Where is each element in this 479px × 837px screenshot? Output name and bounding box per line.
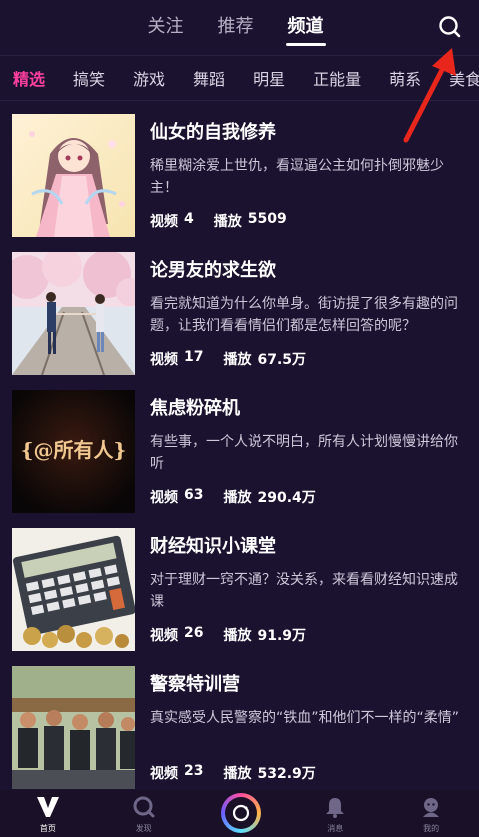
play-count: 532.9万 — [257, 766, 316, 782]
channel-stats: 视频 17 播放 67.5万 — [150, 349, 306, 369]
video-count: 63 — [184, 487, 204, 503]
channel-description: 看完就知道为什么你单身。街访提了很多有趣的问题，让我们看看情侣们都是怎样回答的呢… — [150, 296, 458, 334]
camera-icon — [225, 797, 257, 829]
category-cute[interactable]: 萌系 — [375, 66, 435, 90]
channel-item[interactable]: 仙女的自我修养 稀里糊涂爱上世仇，看逗逼公主如何扑倒邪魅少主！ 视频 4 播放 … — [0, 110, 479, 248]
video-count: 23 — [184, 763, 204, 779]
channel-thumbnail: {@所有人} — [12, 390, 135, 513]
category-games[interactable]: 游戏 — [119, 66, 179, 90]
channel-description: 稀里糊涂爱上世仇，看逗逼公主如何扑倒邪魅少主！ — [150, 158, 444, 196]
channel-stats: 视频 23 播放 532.9万 — [150, 763, 316, 783]
channel-item[interactable]: 警察特训营 真实感受人民警察的“铁血”和他们不一样的“柔情” 视频 23 播放 … — [0, 662, 479, 800]
category-dance[interactable]: 舞蹈 — [179, 66, 239, 90]
play-label: 播放 — [223, 490, 252, 506]
channel-stats: 视频 4 播放 5509 — [150, 211, 287, 231]
channel-item[interactable]: 财经知识小课堂 对于理财一窍不通？没关系，来看看财经知识速成课 视频 26 播放… — [0, 524, 479, 662]
video-label: 视频 — [150, 214, 178, 230]
video-count: 4 — [184, 211, 194, 227]
category-positive-energy[interactable]: 正能量 — [299, 66, 375, 90]
channel-item[interactable]: 论男友的求生欲 看完就知道为什么你单身。街访提了很多有趣的问题，让我们看看情侣们… — [0, 248, 479, 386]
play-count: 5509 — [247, 211, 287, 227]
play-count: 67.5万 — [257, 352, 307, 368]
video-count: 17 — [184, 349, 204, 365]
channel-thumbnail — [12, 114, 135, 237]
channel-info: 论男友的求生欲 看完就知道为什么你单身。街访提了很多有趣的问题，让我们看看情侣们… — [150, 252, 468, 386]
channel-info: 仙女的自我修养 稀里糊涂爱上世仇，看逗逼公主如何扑倒邪魅少主！ 视频 4 播放 … — [150, 114, 468, 248]
channel-list: 仙女的自我修养 稀里糊涂爱上世仇，看逗逼公主如何扑倒邪魅少主！ 视频 4 播放 … — [0, 110, 479, 800]
play-label: 播放 — [223, 352, 252, 368]
tab-channel[interactable]: 频道 — [285, 8, 326, 46]
nav-discover-label: 发现 — [135, 824, 152, 833]
category-stars[interactable]: 明星 — [239, 66, 299, 90]
app-root: 关注 推荐 频道 精选 搞笑 游戏 舞蹈 明星 正能量 萌系 美食 仙女的自我修… — [0, 0, 479, 837]
channel-stats: 视频 26 播放 91.9万 — [150, 625, 306, 645]
channel-title: 警察特训营 — [150, 674, 240, 695]
nav-messages-label: 消息 — [327, 824, 344, 833]
channel-title: 论男友的求生欲 — [150, 260, 276, 281]
video-label: 视频 — [150, 766, 178, 782]
category-divider — [0, 100, 479, 101]
couple-photo-image — [12, 252, 135, 375]
category-bar: 精选 搞笑 游戏 舞蹈 明星 正能量 萌系 美食 — [0, 56, 479, 100]
channel-thumbnail — [12, 252, 135, 375]
search-icon — [439, 16, 461, 38]
play-count: 91.9万 — [257, 628, 307, 644]
category-food[interactable]: 美食 — [435, 66, 479, 90]
nav-home-label: 首页 — [39, 824, 56, 833]
nav-profile-label: 我的 — [423, 824, 440, 833]
video-count: 26 — [184, 625, 204, 641]
anime-girl-image — [12, 114, 135, 237]
profile-icon — [418, 794, 444, 820]
channel-thumbnail — [12, 666, 135, 789]
camera-button[interactable] — [221, 793, 261, 833]
show-logo-text: {@所有人} — [20, 438, 127, 462]
nav-discover[interactable]: 发现 — [114, 794, 174, 834]
nav-home[interactable]: 首页 — [18, 794, 78, 834]
video-label: 视频 — [150, 490, 178, 506]
channel-info: 警察特训营 真实感受人民警察的“铁血”和他们不一样的“柔情” 视频 23 播放 … — [150, 666, 468, 800]
channel-description: 真实感受人民警察的“铁血”和他们不一样的“柔情” — [150, 710, 460, 726]
bell-icon — [322, 794, 348, 820]
video-label: 视频 — [150, 352, 178, 368]
nav-messages[interactable]: 消息 — [305, 794, 365, 834]
play-label: 播放 — [223, 766, 252, 782]
video-label: 视频 — [150, 628, 178, 644]
channel-stats: 视频 63 播放 290.4万 — [150, 487, 316, 507]
tab-follow[interactable]: 关注 — [146, 8, 186, 46]
nav-profile[interactable]: 我的 — [401, 794, 461, 834]
tab-recommend[interactable]: 推荐 — [216, 8, 256, 46]
channel-title: 焦虑粉碎机 — [150, 398, 240, 419]
play-label: 播放 — [223, 628, 252, 644]
discover-icon — [131, 794, 157, 820]
category-funny[interactable]: 搞笑 — [59, 66, 119, 90]
v-logo-icon — [35, 794, 61, 820]
search-button[interactable] — [437, 14, 463, 40]
play-count: 290.4万 — [257, 490, 316, 506]
channel-description: 有些事，一个人说不明白，所有人计划慢慢讲给你听 — [150, 434, 458, 472]
channel-description: 对于理财一窍不通？没关系，来看看财经知识速成课 — [150, 572, 458, 610]
play-label: 播放 — [213, 214, 242, 230]
channel-title: 仙女的自我修养 — [150, 122, 276, 143]
channel-info: 焦虑粉碎机 有些事，一个人说不明白，所有人计划慢慢讲给你听 视频 63 播放 2… — [150, 390, 468, 524]
category-featured[interactable]: 精选 — [0, 66, 59, 90]
calculator-image — [12, 528, 135, 651]
top-tabs: 关注 推荐 频道 — [146, 8, 326, 46]
channel-thumbnail — [12, 528, 135, 651]
top-nav: 关注 推荐 频道 — [0, 0, 479, 54]
channel-title: 财经知识小课堂 — [150, 536, 276, 557]
police-training-image — [12, 666, 135, 789]
channel-info: 财经知识小课堂 对于理财一窍不通？没关系，来看看财经知识速成课 视频 26 播放… — [150, 528, 468, 662]
channel-item[interactable]: {@所有人} 焦虑粉碎机 有些事，一个人说不明白，所有人计划慢慢讲给你听 视频 … — [0, 386, 479, 524]
